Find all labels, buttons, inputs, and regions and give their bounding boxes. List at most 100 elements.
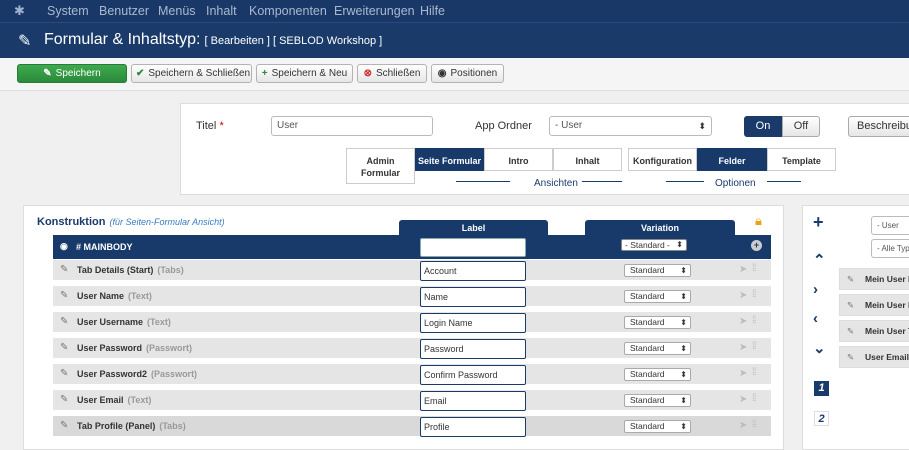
- move-arrow-icon[interactable]: ➤: [739, 368, 747, 379]
- field-label-input[interactable]: Confirm Password: [420, 365, 526, 385]
- edit-pen-icon[interactable]: ✎: [847, 321, 854, 341]
- options-group-line: [666, 181, 704, 182]
- menu-komponenten[interactable]: Komponenten: [249, 4, 327, 18]
- edit-pen-icon[interactable]: ✎: [60, 368, 68, 379]
- chevron-right-icon[interactable]: ›: [813, 281, 818, 298]
- chevron-left-icon[interactable]: ‹: [813, 310, 818, 327]
- tab-template[interactable]: Template: [767, 148, 836, 171]
- edit-pen-icon[interactable]: ✎: [847, 269, 854, 289]
- label-column-header: Label: [399, 220, 548, 236]
- type-filter-select[interactable]: - Alle Typen -: [871, 239, 909, 258]
- mainbody-variation-select[interactable]: - Standard - ⬍: [621, 239, 687, 251]
- save-close-button[interactable]: ✔ Speichern & Schließen: [131, 64, 252, 83]
- field-label-input[interactable]: Profile: [420, 417, 526, 437]
- menu-menus[interactable]: Menüs: [158, 4, 196, 18]
- available-field-item[interactable]: ✎ Mein User I: [839, 294, 909, 316]
- field-variation-select[interactable]: Standard ⬍: [624, 316, 691, 329]
- field-label-input[interactable]: Account: [420, 261, 526, 281]
- off-toggle[interactable]: Off: [782, 116, 820, 137]
- add-circle-icon[interactable]: +: [751, 240, 762, 251]
- page-1-button[interactable]: 1: [814, 381, 829, 396]
- save-new-button[interactable]: + Speichern & Neu: [256, 64, 353, 83]
- drag-handle-icon[interactable]: ⁞⁞: [752, 393, 756, 404]
- field-row[interactable]: ✎ Tab Details (Start) (Tabs) Account Stan…: [53, 260, 771, 282]
- field-label-input[interactable]: Name: [420, 287, 526, 307]
- edit-pen-icon[interactable]: ✎: [847, 347, 854, 367]
- edit-pen-icon[interactable]: ✎: [60, 420, 68, 431]
- move-arrow-icon[interactable]: ➤: [739, 290, 747, 301]
- field-label-input[interactable]: Password: [420, 339, 526, 359]
- add-plus-icon[interactable]: +: [813, 212, 824, 233]
- field-row[interactable]: ✎ User Email (Text) Email Standard ⬍ ➤ ⁞⁞: [53, 390, 771, 412]
- save-button[interactable]: ✎ Speichern: [17, 64, 127, 83]
- field-variation-select[interactable]: Standard ⬍: [624, 368, 691, 381]
- tab-intro[interactable]: Intro: [484, 148, 553, 171]
- move-arrow-icon[interactable]: ➤: [739, 316, 747, 327]
- edit-pen-icon[interactable]: ✎: [847, 295, 854, 315]
- menu-hilfe[interactable]: Hilfe: [420, 4, 445, 18]
- field-row[interactable]: ✎ User Password2 (Passwort) Confirm Passw…: [53, 364, 771, 386]
- tab-admin-formular[interactable]: Admin Formular: [346, 148, 415, 184]
- move-arrow-icon[interactable]: ➤: [739, 394, 747, 405]
- mainbody-label-input[interactable]: [420, 238, 526, 257]
- available-field-item[interactable]: ✎ Mein User I: [839, 268, 909, 290]
- check-icon: ✔: [136, 68, 145, 79]
- title-label: Titel *: [196, 120, 224, 132]
- chevron-up-icon[interactable]: ⌃: [813, 251, 826, 269]
- field-variation-select[interactable]: Standard ⬍: [624, 290, 691, 303]
- joomla-logo-icon[interactable]: ✱: [14, 4, 28, 18]
- description-button[interactable]: Beschreibung: [848, 116, 909, 137]
- edit-pen-icon[interactable]: ✎: [60, 290, 68, 301]
- field-variation-select[interactable]: Standard ⬍: [624, 342, 691, 355]
- drag-handle-icon[interactable]: ⁞⁞: [752, 315, 756, 326]
- field-label-input[interactable]: Email: [420, 391, 526, 411]
- page-2-button[interactable]: 2: [814, 411, 829, 426]
- tab-felder[interactable]: Felder: [697, 148, 767, 171]
- drag-handle-icon[interactable]: ⁞⁞: [752, 341, 756, 352]
- menu-erweiterungen[interactable]: Erweiterungen: [334, 4, 415, 18]
- edit-pen-icon[interactable]: ✎: [60, 264, 68, 275]
- field-row[interactable]: ✎ Tab Profile (Panel) (Tabs) Profile Stan…: [53, 416, 771, 438]
- app-folder-select[interactable]: - User ⬍: [549, 116, 712, 136]
- menu-inhalt[interactable]: Inhalt: [206, 4, 237, 18]
- menu-system[interactable]: System: [47, 4, 89, 18]
- available-field-item[interactable]: ✎ User Email2: [839, 346, 909, 368]
- chevron-down-icon[interactable]: ⌄: [813, 339, 826, 357]
- construction-title: Konstruktion (für Seiten-Formular Ansicht…: [37, 216, 225, 228]
- close-button[interactable]: ⊗ Schließen: [357, 64, 427, 83]
- page-subtitle: [ Bearbeiten ] [ SEBLOD Workshop ]: [204, 35, 383, 47]
- drag-handle-icon[interactable]: ⁞⁞: [752, 367, 756, 378]
- field-label-input[interactable]: Login Name: [420, 313, 526, 333]
- edit-pen-icon[interactable]: ✎: [60, 394, 68, 405]
- lock-icon[interactable]: 🔒︎: [755, 213, 762, 229]
- title-bar: ✎ Formular & Inhaltstyp:[ Bearbeiten ] […: [0, 22, 909, 58]
- menu-benutzer[interactable]: Benutzer: [99, 4, 149, 18]
- tab-konfiguration[interactable]: Konfiguration: [628, 148, 697, 171]
- field-variation-select[interactable]: Standard ⬍: [624, 394, 691, 407]
- field-variation-select[interactable]: Standard ⬍: [624, 264, 691, 277]
- field-name: User Name (Text): [77, 291, 152, 301]
- edit-pen-icon[interactable]: ✎: [60, 342, 68, 353]
- title-input[interactable]: User: [271, 116, 433, 136]
- drag-handle-icon[interactable]: ⁞⁞: [752, 419, 756, 430]
- folder-filter-select[interactable]: - User: [871, 216, 909, 235]
- edit-pen-icon[interactable]: ✎: [60, 316, 68, 327]
- tab-seite-formular[interactable]: Seite Formular: [415, 148, 484, 171]
- on-toggle[interactable]: On: [744, 116, 782, 137]
- field-row[interactable]: ✎ User Name (Text) Name Standard ⬍ ➤ ⁞⁞: [53, 286, 771, 308]
- field-row[interactable]: ✎ User Username (Text) Login Name Standar…: [53, 312, 771, 334]
- field-name: User Email (Text): [77, 395, 152, 405]
- field-variation-select[interactable]: Standard ⬍: [624, 420, 691, 433]
- tab-inhalt[interactable]: Inhalt: [553, 148, 622, 171]
- drag-handle-icon[interactable]: ⁞⁞: [752, 263, 756, 274]
- move-arrow-icon[interactable]: ➤: [739, 264, 747, 275]
- available-field-item[interactable]: ✎ Mein User T: [839, 320, 909, 342]
- positions-button[interactable]: ◉ Positionen: [431, 64, 504, 83]
- drag-handle-icon[interactable]: ⁞⁞: [752, 289, 756, 300]
- mainbody-label: # MAINBODY: [76, 242, 133, 252]
- field-row[interactable]: ✎ User Password (Passwort) Password Stand…: [53, 338, 771, 360]
- move-arrow-icon[interactable]: ➤: [739, 342, 747, 353]
- select-arrows-icon: ⬍: [698, 121, 706, 131]
- move-arrow-icon[interactable]: ➤: [739, 420, 747, 431]
- mainbody-position-row[interactable]: ◉ # MAINBODY - Standard - ⬍ +: [53, 235, 771, 259]
